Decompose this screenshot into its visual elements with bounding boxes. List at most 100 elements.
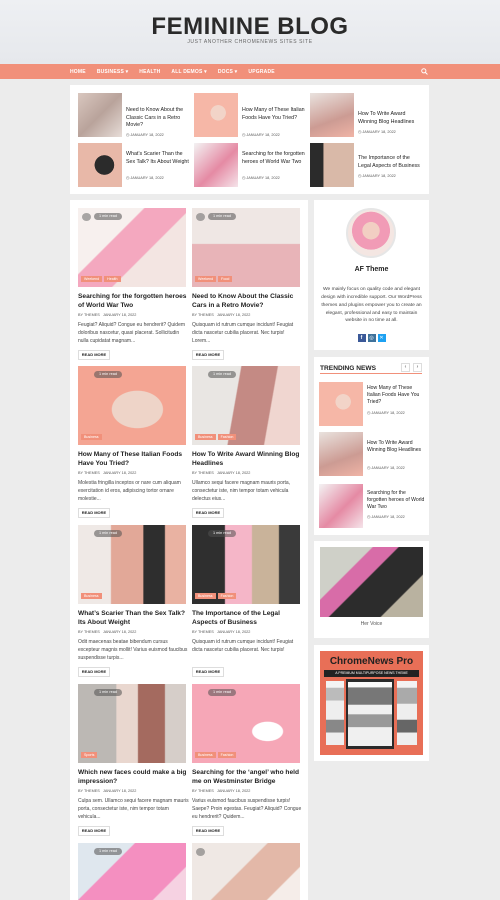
read-time-badge: 1 min read <box>94 689 122 696</box>
post-title[interactable]: Need to Know About the Classic Cars in a… <box>192 292 304 310</box>
post-author[interactable]: BY THEMES <box>78 789 100 793</box>
featured-item[interactable]: The Importance of the Legal Aspects of B… <box>310 143 420 188</box>
featured-title[interactable]: How Many of These Italian Foods Have You… <box>242 107 308 122</box>
post-author[interactable]: BY THEMES <box>78 471 100 475</box>
category-tag[interactable]: Sports <box>81 752 98 758</box>
ad-subtitle: A PREMIUM MULTIPURPOSE NEWS THEME <box>324 670 419 677</box>
read-more-button[interactable]: READ MORE <box>78 350 110 360</box>
category-tag[interactable]: Business <box>81 434 102 440</box>
post-author[interactable]: BY THEMES <box>192 471 214 475</box>
category-tag[interactable]: Fashion <box>217 434 237 440</box>
site-title[interactable]: FEMININE BLOG <box>0 13 500 41</box>
instagram-icon[interactable]: ◎ <box>367 334 376 342</box>
trending-item-title[interactable]: Searching for the forgotten heroes of Wo… <box>367 490 425 512</box>
trending-prev-button[interactable]: ‹ <box>401 363 410 372</box>
nav-item-all-demos[interactable]: ALL DEMOS ▾ <box>171 69 206 75</box>
category-tag[interactable]: Business <box>81 593 102 599</box>
trending-item-title[interactable]: How To Write Award Winning Blog Headline… <box>367 440 425 454</box>
featured-item[interactable]: What’s Scarier Than the Sex Talk? Its Ab… <box>78 143 189 188</box>
trending-widget: TRENDING NEWS ‹ › How Many of These Ital… <box>314 357 429 535</box>
post-title[interactable]: The Importance of the Legal Aspects of B… <box>192 609 304 627</box>
read-more-button[interactable]: READ MORE <box>192 508 224 518</box>
post-excerpt: Varius euismod faucibus suspendisse turp… <box>192 798 302 820</box>
trending-thumbnail[interactable] <box>319 432 363 476</box>
post-image[interactable]: 1 min read Business Fashion <box>192 525 300 604</box>
post-image[interactable]: 1 min read Business Fashion <box>192 366 300 445</box>
category-tag[interactable]: Business <box>195 434 216 440</box>
post-title[interactable]: How To Write Award Winning Blog Headline… <box>192 450 304 468</box>
post-author[interactable]: BY THEMES <box>78 313 100 317</box>
post-author[interactable]: BY THEMES <box>78 630 100 634</box>
featured-title[interactable]: Need to Know About the Classic Cars in a… <box>126 107 192 130</box>
category-tag[interactable]: Health <box>104 276 121 282</box>
post-author[interactable]: BY THEMES <box>192 313 214 317</box>
read-more-button[interactable]: READ MORE <box>78 508 110 518</box>
search-icon[interactable] <box>421 68 428 75</box>
post-image[interactable]: 1 min read Business Fashion <box>192 684 300 763</box>
post-title[interactable]: Which new faces could make a big impress… <box>78 768 190 786</box>
trending-thumbnail[interactable] <box>319 382 363 426</box>
trending-item[interactable]: Searching for the forgotten heroes of Wo… <box>319 484 424 528</box>
featured-item[interactable]: How To Write Award Winning Blog Headline… <box>310 93 420 138</box>
category-tag[interactable]: Fashion <box>217 752 237 758</box>
ad-widget: ChromeNews Pro A PREMIUM MULTIPURPOSE NE… <box>314 645 429 761</box>
read-more-button[interactable]: READ MORE <box>78 667 110 677</box>
post-title[interactable]: How Many of These Italian Foods Have You… <box>78 450 190 468</box>
post-title[interactable]: What’s Scarier Than the Sex Talk? Its Ab… <box>78 609 190 627</box>
featured-thumbnail[interactable] <box>194 93 238 137</box>
post-image[interactable]: 1 min read Business <box>78 366 186 445</box>
post-image[interactable]: 1 min read <box>78 843 186 900</box>
ad-title: ChromeNews Pro <box>329 656 414 667</box>
featured-title[interactable]: What’s Scarier Than the Sex Talk? Its Ab… <box>126 151 192 166</box>
trending-thumbnail[interactable] <box>319 484 363 528</box>
read-more-button[interactable]: READ MORE <box>192 826 224 836</box>
featured-thumbnail[interactable] <box>310 93 354 137</box>
read-more-button[interactable]: READ MORE <box>78 826 110 836</box>
trending-item[interactable]: How Many of These Italian Foods Have You… <box>319 382 424 426</box>
nav-item-upgrade[interactable]: UPGRADE <box>248 69 274 75</box>
nav-item-business[interactable]: BUSINESS ▾ <box>97 69 128 75</box>
facebook-icon[interactable]: f <box>357 334 366 342</box>
category-tag[interactable]: Food <box>218 276 233 282</box>
trending-next-button[interactable]: › <box>413 363 422 372</box>
post-title[interactable]: Searching for the ‘angel’ who held me on… <box>192 768 304 786</box>
post-excerpt: Ullamco sequi facere magnam mauris porta… <box>192 480 291 502</box>
category-tag[interactable]: Weekend <box>195 276 217 282</box>
post-excerpt: Culpa sem. Ullamco sequi facere magnam m… <box>78 798 189 820</box>
category-tag[interactable]: Business <box>195 593 216 599</box>
twitter-icon[interactable]: ✕ <box>377 334 386 342</box>
post-image[interactable]: 1 min read Sports <box>78 684 186 763</box>
featured-title[interactable]: Searching for the forgotten heroes of Wo… <box>242 151 308 166</box>
featured-title[interactable]: How To Write Award Winning Blog Headline… <box>358 111 424 126</box>
read-more-button[interactable]: READ MORE <box>192 350 224 360</box>
featured-thumbnail[interactable] <box>78 93 122 137</box>
featured-item[interactable]: Need to Know About the Classic Cars in a… <box>78 93 188 138</box>
category-tag[interactable]: Business <box>195 752 216 758</box>
featured-title[interactable]: The Importance of the Legal Aspects of B… <box>358 155 424 170</box>
trending-item[interactable]: How To Write Award Winning Blog Headline… <box>319 432 424 476</box>
featured-thumbnail[interactable] <box>310 143 354 187</box>
post-author[interactable]: BY THEMES <box>192 630 214 634</box>
post-image[interactable]: 1 min read Weekend Health <box>78 208 186 287</box>
post-title[interactable]: Searching for the forgotten heroes of Wo… <box>78 292 190 310</box>
post-image[interactable]: 1 min read Business <box>78 525 186 604</box>
nav-item-docs[interactable]: DOCS ▾ <box>218 69 238 75</box>
featured-item[interactable]: Searching for the forgotten heroes of Wo… <box>194 143 305 188</box>
trending-title: TRENDING NEWS <box>320 365 377 372</box>
featured-thumbnail[interactable] <box>194 143 238 187</box>
post-image[interactable] <box>192 843 300 900</box>
post-image[interactable]: 1 min read Weekend Food <box>192 208 300 287</box>
featured-thumbnail[interactable] <box>78 143 122 187</box>
post-author[interactable]: BY THEMES <box>192 789 214 793</box>
post-meta: BY THEMES JANUARY 18, 2022 <box>78 313 136 317</box>
trending-item-title[interactable]: How Many of These Italian Foods Have You… <box>367 385 425 407</box>
category-tag[interactable]: Fashion <box>217 593 237 599</box>
nav-item-home[interactable]: HOME <box>70 69 86 75</box>
site-tagline: JUST ANOTHER CHROMENEWS SITES SITE <box>187 39 313 45</box>
featured-item[interactable]: How Many of These Italian Foods Have You… <box>194 93 305 138</box>
image-widget-photo[interactable] <box>320 547 423 617</box>
category-tag[interactable]: Weekend <box>81 276 103 282</box>
ad-banner[interactable]: ChromeNews Pro A PREMIUM MULTIPURPOSE NE… <box>320 651 423 755</box>
nav-item-health[interactable]: HEALTH <box>139 69 160 75</box>
read-more-button[interactable]: READ MORE <box>192 667 224 677</box>
